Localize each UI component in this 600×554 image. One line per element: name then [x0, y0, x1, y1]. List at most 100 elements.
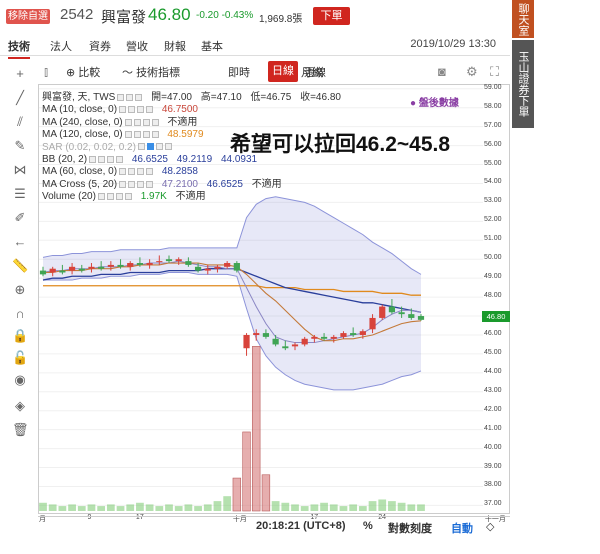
volume-bar [155, 506, 164, 511]
percent-toggle[interactable]: % [363, 520, 373, 532]
chat-room-button[interactable]: 聊天室 [512, 0, 534, 38]
legend-volume-label: Volume (20) [42, 191, 96, 203]
candle-body [185, 261, 192, 265]
side-panel: 聊天室 玉山證券下單 [512, 0, 534, 130]
volume-bar [300, 506, 309, 511]
indicator-icon: 〜 [122, 67, 133, 79]
stock-change: -0.20 -0.43% [196, 10, 254, 21]
y-tick-label: 56.00 [484, 140, 502, 148]
camera-icon[interactable]: ◙ [438, 64, 446, 79]
main-tabs: 技術 法人 資券 營收 財報 基本 2019/10/29 13:30 [0, 32, 510, 59]
legend-main[interactable]: 興富發, 天, TWS 開=47.00 高=47.10 低=46.75 收=46… [42, 92, 342, 104]
y-tick-label: 42.00 [484, 405, 502, 413]
legend-ma60-value: 48.2858 [161, 166, 198, 178]
candle-body [214, 266, 221, 269]
price-axis[interactable]: 59.00 58.00 57.00 56.00 55.00 54.00 53.00 52.00… [482, 84, 510, 514]
candle-body [272, 338, 279, 345]
order-button[interactable]: 下單 [313, 7, 350, 25]
volume-bar [106, 504, 115, 511]
candle-body [194, 266, 202, 271]
unlock-icon[interactable]: 🔓 [12, 350, 28, 366]
gear-icon[interactable]: ⚙ [466, 64, 478, 80]
volume-bar [194, 506, 202, 511]
back-arrow-icon[interactable]: ← [12, 234, 28, 249]
trash-icon[interactable]: 🗑 [12, 422, 29, 438]
volume-bar [165, 504, 173, 511]
legend-volume-value: 1.97K [140, 191, 167, 203]
legend-high: 高=47.10 [200, 92, 242, 103]
layers-icon[interactable]: ◈ [12, 398, 28, 414]
candle-body [330, 336, 337, 339]
tab-institutional[interactable]: 法人 [50, 38, 72, 54]
candle-body [117, 264, 124, 267]
auto-scale-toggle[interactable]: 自動 [451, 520, 473, 536]
compare-button[interactable]: ⊕ 比較 [66, 64, 100, 80]
crosshair-icon[interactable]: + [12, 66, 28, 81]
y-tick-label: 43.00 [484, 386, 502, 394]
y-tick-label: 51.00 [484, 235, 502, 243]
candle-body [301, 338, 308, 345]
candle-body [243, 334, 250, 349]
zoom-icon[interactable]: ⊕ [12, 282, 28, 298]
y-tick-label: 52.00 [484, 216, 502, 224]
broker-order-button[interactable]: 玉山證券下單 [512, 40, 534, 128]
y-tick-label: 41.00 [484, 424, 502, 432]
tab-basic[interactable]: 基本 [201, 38, 223, 54]
tab-financial[interactable]: 財報 [164, 38, 186, 54]
candle-body [320, 336, 328, 339]
volume-bar [339, 506, 348, 511]
channel-icon[interactable]: ⫽ [12, 114, 28, 130]
candle-body [156, 261, 163, 263]
interval-intraday[interactable]: 即時 [228, 64, 250, 80]
volume-bar [203, 504, 212, 511]
trend-line-icon[interactable]: ╱ [12, 90, 28, 106]
y-tick-label: 45.00 [484, 348, 502, 356]
legend-sar-label: SAR (0.02, 0.02, 0.2) [42, 141, 136, 153]
y-tick-label: 39.00 [484, 462, 502, 470]
fullscreen-icon[interactable]: ⛶ [490, 64, 499, 80]
interval-monthly[interactable]: 月線 [301, 64, 323, 80]
interval-daily[interactable]: 日線 [268, 61, 298, 82]
volume-bar [223, 496, 232, 511]
server-time: 20:18:21 (UTC+8) [256, 520, 346, 532]
ruler-icon[interactable]: 📏 [12, 258, 28, 274]
y-tick-label: 59.00 [484, 83, 502, 91]
volume-bar [252, 346, 261, 512]
text-tool-icon[interactable]: ✐ [12, 210, 28, 226]
legend-macross[interactable]: MA Cross (5, 20) 47.2100 46.6525 不適用 [42, 179, 342, 191]
pattern-icon[interactable]: ⋈ [12, 162, 28, 178]
volume-bar [397, 502, 406, 511]
tab-revenue[interactable]: 營收 [126, 38, 148, 54]
fit-icon[interactable]: ◇ [486, 520, 494, 533]
candle-body [233, 263, 240, 271]
tab-margin[interactable]: 資券 [89, 38, 111, 54]
brand-text: 盤後數據 [418, 98, 459, 109]
brush-icon[interactable]: ✎ [12, 138, 28, 154]
legend-ma60[interactable]: MA (60, close, 0) 48.2858 [42, 166, 342, 178]
legend-volume[interactable]: Volume (20) 1.97K 不適用 [42, 191, 342, 203]
indicators-button[interactable]: 〜 技術指標 [122, 64, 180, 80]
candle-body [262, 333, 270, 337]
eye-icon[interactable]: ◉ [12, 372, 28, 388]
tab-technical[interactable]: 技術 [8, 38, 30, 59]
legend-ma10[interactable]: MA (10, close, 0) 46.7500 [42, 104, 342, 116]
volume-bar [310, 504, 319, 511]
log-scale-toggle[interactable]: 對數刻度 [388, 520, 432, 536]
magnet-icon[interactable]: ∩ [12, 306, 28, 321]
chart-annotation: 希望可以拉回46.2~45.8 [230, 133, 451, 156]
volume-bar [378, 499, 387, 511]
indicators-label: 技術指標 [136, 67, 181, 79]
candle-type-icon[interactable]: ⫾ [44, 64, 48, 80]
lock-icon[interactable]: 🔒 [12, 328, 28, 344]
y-tick-label: 40.00 [484, 443, 502, 451]
remove-watchlist-button[interactable]: 移除自選 [6, 9, 50, 24]
volume-bar [136, 502, 144, 511]
brand-dot-icon: ● [410, 98, 417, 109]
volume-bar [77, 506, 86, 511]
y-tick-label: 58.00 [484, 102, 502, 110]
fib-icon[interactable]: ☰ [12, 186, 28, 202]
stock-name: 興富發 [101, 9, 147, 26]
candle-body [291, 344, 299, 347]
candle-body [224, 263, 231, 267]
candle-body [417, 316, 425, 320]
